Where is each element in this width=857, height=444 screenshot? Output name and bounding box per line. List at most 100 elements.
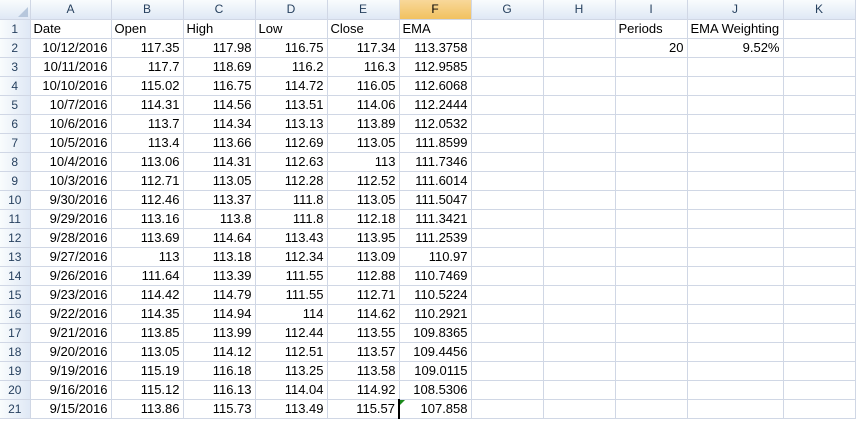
column-header-j[interactable]: J [687,0,784,20]
cell-f10[interactable]: 111.5047 [399,190,472,210]
cell-i16[interactable] [615,304,688,324]
cell-j6[interactable] [687,114,784,134]
cell-j15[interactable] [687,285,784,305]
cell-h11[interactable] [543,209,616,229]
cell-g12[interactable] [471,228,544,248]
cell-h21[interactable] [543,399,616,419]
error-indicator-icon[interactable] [401,399,405,405]
cell-f11[interactable]: 111.3421 [399,209,472,229]
cell-g13[interactable] [471,247,544,267]
cell-c9[interactable]: 113.05 [183,171,256,191]
cell-e2[interactable]: 117.34 [327,38,400,58]
cell-a18[interactable]: 9/20/2016 [30,342,112,362]
column-header-a[interactable]: A [30,0,112,20]
cell-k17[interactable] [783,323,856,343]
cell-h19[interactable] [543,361,616,381]
cell-k4[interactable] [783,76,856,96]
cell-j10[interactable] [687,190,784,210]
cell-g2[interactable] [471,38,544,58]
cell-j1-ema-weighting-label[interactable]: EMA Weighting [687,19,784,39]
cell-f17[interactable]: 109.8365 [399,323,472,343]
cell-grid[interactable]: ABCDEFGHIJK 1 Date Open High Low Close EMA Peri… [0,0,856,419]
cell-b9[interactable]: 112.71 [111,171,184,191]
selected-cell-f21[interactable]: 107.858 [398,399,472,419]
cell-a6[interactable]: 10/6/2016 [30,114,112,134]
cell-e11[interactable]: 112.18 [327,209,400,229]
cell-f3[interactable]: 112.9585 [399,57,472,77]
cell-e21[interactable]: 115.57 [327,399,400,419]
cell-k1[interactable] [783,19,856,39]
cell-d6[interactable]: 113.13 [255,114,328,134]
cell-i1-periods-label[interactable]: Periods [615,19,688,39]
cell-k7[interactable] [783,133,856,153]
cell-i10[interactable] [615,190,688,210]
cell-c11[interactable]: 113.8 [183,209,256,229]
cell-g10[interactable] [471,190,544,210]
cell-d4[interactable]: 114.72 [255,76,328,96]
cell-j7[interactable] [687,133,784,153]
cell-e14[interactable]: 112.88 [327,266,400,286]
cell-c7[interactable]: 113.66 [183,133,256,153]
column-header-f[interactable]: F [399,0,472,20]
cell-j18[interactable] [687,342,784,362]
cell-d13[interactable]: 112.34 [255,247,328,267]
cell-c10[interactable]: 113.37 [183,190,256,210]
cell-b11[interactable]: 113.16 [111,209,184,229]
cell-e16[interactable]: 114.62 [327,304,400,324]
column-header-b[interactable]: B [111,0,184,20]
cell-i19[interactable] [615,361,688,381]
row-header-9[interactable]: 9 [0,171,31,191]
cell-k19[interactable] [783,361,856,381]
cell-j17[interactable] [687,323,784,343]
cell-h16[interactable] [543,304,616,324]
select-all-button[interactable] [0,0,31,20]
cell-a9[interactable]: 10/3/2016 [30,171,112,191]
cell-b18[interactable]: 113.05 [111,342,184,362]
cell-d1-header[interactable]: Low [255,19,328,39]
cell-i6[interactable] [615,114,688,134]
cell-h2[interactable] [543,38,616,58]
row-header-10[interactable]: 10 [0,190,31,210]
cell-c19[interactable]: 116.18 [183,361,256,381]
cell-b14[interactable]: 111.64 [111,266,184,286]
cell-h15[interactable] [543,285,616,305]
cell-a10[interactable]: 9/30/2016 [30,190,112,210]
cell-b16[interactable]: 114.35 [111,304,184,324]
cell-j4[interactable] [687,76,784,96]
cell-e20[interactable]: 114.92 [327,380,400,400]
row-header-12[interactable]: 12 [0,228,31,248]
row-header-17[interactable]: 17 [0,323,31,343]
row-header-3[interactable]: 3 [0,57,31,77]
cell-e8[interactable]: 113 [327,152,400,172]
cell-j5[interactable] [687,95,784,115]
cell-i18[interactable] [615,342,688,362]
cell-e18[interactable]: 113.57 [327,342,400,362]
cell-f4[interactable]: 112.6068 [399,76,472,96]
cell-h7[interactable] [543,133,616,153]
cell-i4[interactable] [615,76,688,96]
cell-d14[interactable]: 111.55 [255,266,328,286]
row-header-18[interactable]: 18 [0,342,31,362]
cell-k11[interactable] [783,209,856,229]
cell-i2-periods-value[interactable]: 20 [615,38,688,58]
cell-c15[interactable]: 114.79 [183,285,256,305]
row-header-6[interactable]: 6 [0,114,31,134]
cell-b10[interactable]: 112.46 [111,190,184,210]
row-header-15[interactable]: 15 [0,285,31,305]
row-header-19[interactable]: 19 [0,361,31,381]
column-header-k[interactable]: K [783,0,856,20]
cell-c21[interactable]: 115.73 [183,399,256,419]
cell-f20[interactable]: 108.5306 [399,380,472,400]
cell-j3[interactable] [687,57,784,77]
cell-a3[interactable]: 10/11/2016 [30,57,112,77]
cell-c14[interactable]: 113.39 [183,266,256,286]
cell-f19[interactable]: 109.0115 [399,361,472,381]
column-header-d[interactable]: D [255,0,328,20]
row-header-11[interactable]: 11 [0,209,31,229]
cell-b17[interactable]: 113.85 [111,323,184,343]
cell-e17[interactable]: 113.55 [327,323,400,343]
cell-d11[interactable]: 111.8 [255,209,328,229]
cell-c3[interactable]: 118.69 [183,57,256,77]
cell-d19[interactable]: 113.25 [255,361,328,381]
cell-j2-ema-weighting-value[interactable]: 9.52% [687,38,784,58]
